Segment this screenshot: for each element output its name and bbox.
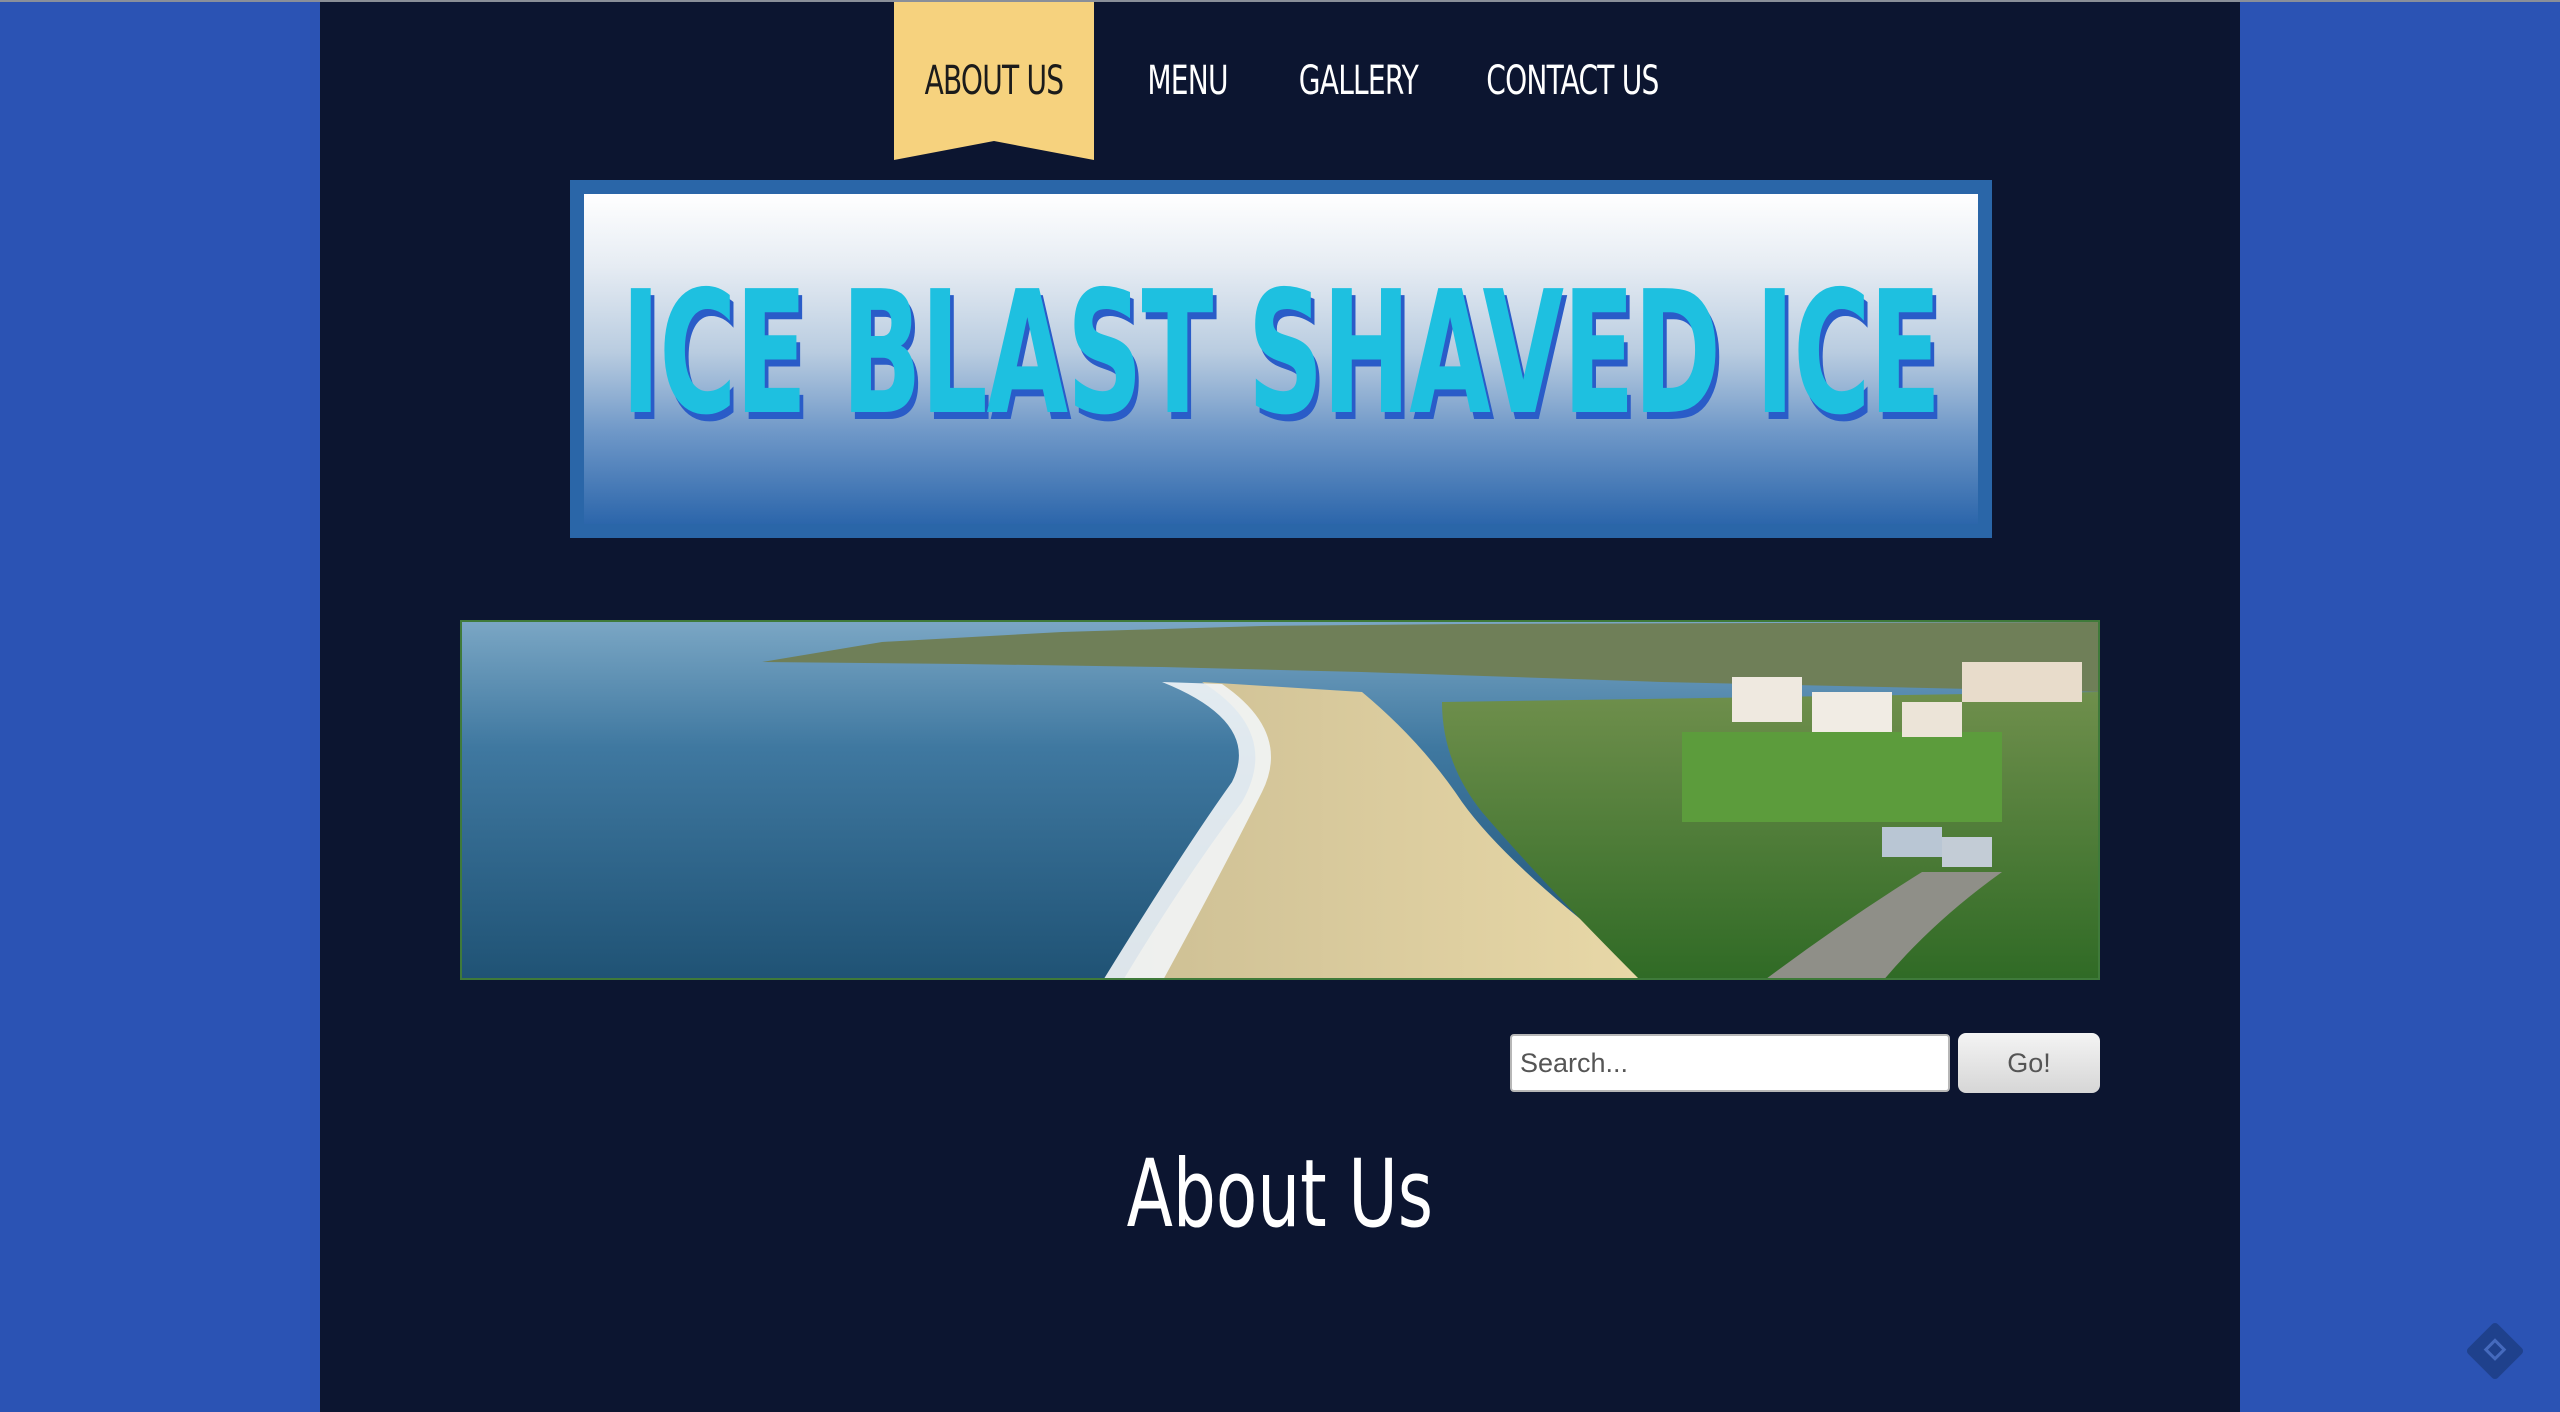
main-nav: ABOUT US MENU GALLERY CONTACT US [320,2,2240,162]
nav-item-about-us[interactable]: ABOUT US [894,2,1094,160]
search-go-button[interactable]: Go! [1958,1033,2100,1093]
beach-illustration [462,622,2098,978]
content-column: ABOUT US MENU GALLERY CONTACT US ICE BLA… [320,2,2240,1412]
nav-item-gallery[interactable]: GALLERY [1272,2,1444,160]
nav-item-label: GALLERY [1298,58,1418,104]
nav-item-contact-us[interactable]: CONTACT US [1454,2,1690,160]
nav-item-label: ABOUT US [924,58,1065,104]
nav-item-label: MENU [1147,58,1229,104]
nav-item-label: CONTACT US [1485,58,1659,104]
banner-panel: ICE BLAST SHAVED ICE [584,194,1978,524]
nav-item-menu[interactable]: MENU [1120,2,1256,160]
feedback-diamond-icon[interactable] [2465,1321,2525,1381]
hero-beach-image [460,620,2100,980]
page-title-text: About Us [1126,1140,1434,1249]
site-banner: ICE BLAST SHAVED ICE [570,180,1992,538]
site-logo-title: ICE BLAST SHAVED ICE [621,255,1942,453]
search-input[interactable] [1510,1034,1950,1092]
page-title: About Us [320,1140,2240,1249]
